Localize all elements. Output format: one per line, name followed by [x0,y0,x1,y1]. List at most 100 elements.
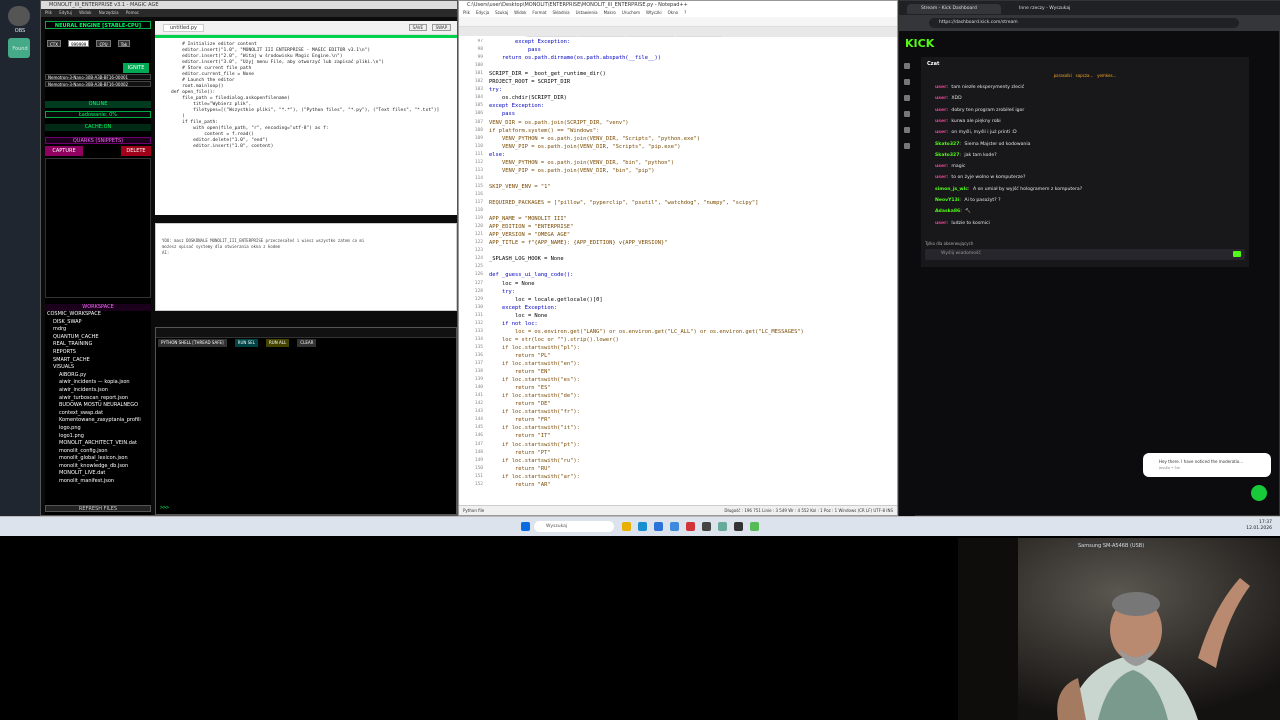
app-icon[interactable] [750,522,759,531]
swap-button[interactable]: SWAP [431,24,451,31]
chat-message[interactable]: user: to on żyje wolno w komputerze? [929,175,1025,180]
editor-tab[interactable]: untitled.py [163,24,205,32]
ide-file-tab[interactable]: MONOLIT_III_ENTERPRISE.py [459,36,527,37]
browser-tab[interactable]: Inne rzeczy - Wyszukaj [1005,4,1095,14]
support-popup[interactable]: Hey there. I have noticed the moderatio.… [1143,453,1271,477]
browser-tab-active[interactable]: Stream - Kick Dashboard [907,4,1001,14]
file-tree-item[interactable]: context_swap.dat [45,410,151,418]
menu-item[interactable]: Plik [45,10,52,15]
file-tree-item[interactable]: mdrg [45,326,151,334]
nav-icon[interactable] [904,95,910,101]
file-tree-item[interactable]: aiwir_incidents — kopia.json [45,379,151,387]
file-tree-item[interactable]: COSMIC_WORKSPACE [45,311,151,319]
file-tree-item[interactable]: REAL_TRAINING [45,341,151,349]
windows-start-icon[interactable] [521,522,530,531]
ide-menu-item[interactable]: Szukaj [495,10,508,15]
ide-menu-item[interactable]: Uruchom [622,10,640,15]
obs-icon[interactable] [8,6,30,26]
chat-message[interactable]: user: XDD [929,96,962,101]
chat-username[interactable]: user [935,130,946,135]
ide-menu-item[interactable]: Ustawienia [576,10,598,15]
chat-pill[interactable]: yemkes... [1097,73,1116,78]
chat-message[interactable]: user: tam niezłe eksperymenty zlecić [929,85,1024,90]
file-tree-item[interactable]: MONOLIT_LIVE.dat [45,470,151,478]
chat-input-box[interactable]: Wyślij wiadomość [925,249,1245,260]
ai-console[interactable]: YOU: masz DOSKONALE MONOLIT_III_ENTERPRI… [155,223,457,311]
nav-icon[interactable] [904,79,910,85]
terminal-icon[interactable] [702,522,711,531]
code-editor[interactable]: untitled.py SAVE SWAP # Initialize edito… [155,21,457,215]
menu-item[interactable]: Narzędzia [99,10,119,15]
file-tree-item[interactable]: VISUALS [45,364,151,372]
ide-menu-item[interactable]: Wtyczki [646,10,662,15]
notepad-icon[interactable] [718,522,727,531]
obs-taskbar-icon[interactable] [734,522,743,531]
chat-message[interactable]: user: dobry ten program zrobiłeś igor [929,108,1024,113]
cpu-label[interactable]: CPU [96,40,111,47]
file-tree-item[interactable]: AIBORG.py [45,372,151,380]
nav-icon[interactable] [904,127,910,133]
ide-menu-item[interactable]: Składnia [553,10,570,15]
chat-message[interactable]: user: kurwa ale piękny robi [929,119,1001,124]
ide-menu-item[interactable]: Makro [604,10,616,15]
file-tree-item[interactable]: MONOLIT_ARCHITECT_VEIN.dat [45,440,151,448]
ide-menu-item[interactable]: Edycja [476,10,489,15]
nav-icon[interactable] [904,63,910,69]
ide-file-tab[interactable]: monolit_engine.py [627,36,675,37]
mail-icon[interactable] [670,522,679,531]
file-tree-item[interactable]: monolit_manifest.json [45,478,151,486]
store-icon[interactable] [654,522,663,531]
ide-menu-item[interactable]: Plik [463,10,470,15]
send-icon[interactable] [1233,251,1241,257]
chat-username[interactable]: user [935,85,946,90]
file-tree-item[interactable]: Komentowane_zasyptania_profili [45,417,151,425]
kick-logo[interactable]: KICK [905,37,934,50]
chat-pill[interactable]: sapcza... [1076,73,1094,78]
chat-message[interactable]: Skato327: Siema Majster od kodowania [929,142,1030,147]
edge-icon[interactable] [638,522,647,531]
chat-support-icon[interactable] [1251,485,1267,501]
chat-username[interactable]: user [935,164,946,169]
file-tree-item[interactable]: REPORTS [45,349,151,357]
capture-button[interactable]: CAPTURE [45,146,83,156]
ide-menu-item[interactable]: Okno [668,10,678,15]
file-tree-item[interactable]: monolit_config.json [45,448,151,456]
chat-message[interactable]: NeovY13i: Ai to pasożyt? ? [929,198,1001,203]
chat-message[interactable]: user: magic [929,164,965,169]
ctx-input[interactable]: 999999 [68,40,90,47]
ide-menu-item[interactable]: Widok [514,10,526,15]
editor-code[interactable]: # Initialize editor content editor.inser… [155,38,457,150]
ide-code-area[interactable]: 97 except Exception: 98 pass 99 return os.… [459,39,897,505]
run-sel-button[interactable]: RUN SEL [234,339,258,347]
chat-username[interactable]: user [935,108,946,113]
snippets-list[interactable] [45,158,151,298]
run-all-button[interactable]: RUN ALL [266,339,290,347]
taskbar-search[interactable]: Wyszukaj [534,521,614,532]
file-tree-item[interactable]: BUDOWA MOSTU NEURALNEGO [45,402,151,410]
device-row[interactable]: Nemotron-3-Nano-30B-A3B-BF16-00001 [45,74,151,80]
chat-username[interactable]: Skato327 [935,153,959,158]
file-tree-item[interactable]: aiwir_incidents.json [45,387,151,395]
ide-menu-item[interactable]: Format [532,10,546,15]
url-field[interactable]: https://dashboard.kick.com/stream [929,18,1239,28]
menu-item[interactable]: Widok [79,10,91,15]
nav-icon[interactable] [904,111,910,117]
chat-username[interactable]: user [935,119,946,124]
ide-file-tab[interactable]: MONOLIT_MAG.py [676,36,723,37]
file-tree-item[interactable]: DISK_SWAP [45,319,151,327]
chat-username[interactable]: Skato327 [935,142,959,147]
chrome-icon[interactable] [686,522,695,531]
clear-button[interactable]: CLEAR [297,339,317,347]
ide-file-tab[interactable]: aiwir_incidents.json [528,36,578,37]
menu-item[interactable]: Pomoc [126,10,139,15]
chat-message[interactable]: Adaska86: 🔨 [929,209,971,214]
chat-pill[interactable]: parasolki [1054,73,1072,78]
file-tree-item[interactable]: monolit_knowledge_db.json [45,463,151,471]
file-tree-item[interactable]: aiwir_turboscan_report.json [45,395,151,403]
file-explorer-icon[interactable] [622,522,631,531]
ignite-button[interactable]: IGNITE [123,63,149,73]
tok-label[interactable]: Tok [117,40,131,47]
menu-item[interactable]: Edytuj [59,10,72,15]
chat-username[interactable]: simon_js_wlc [935,187,968,192]
chat-username[interactable]: user [935,221,946,226]
